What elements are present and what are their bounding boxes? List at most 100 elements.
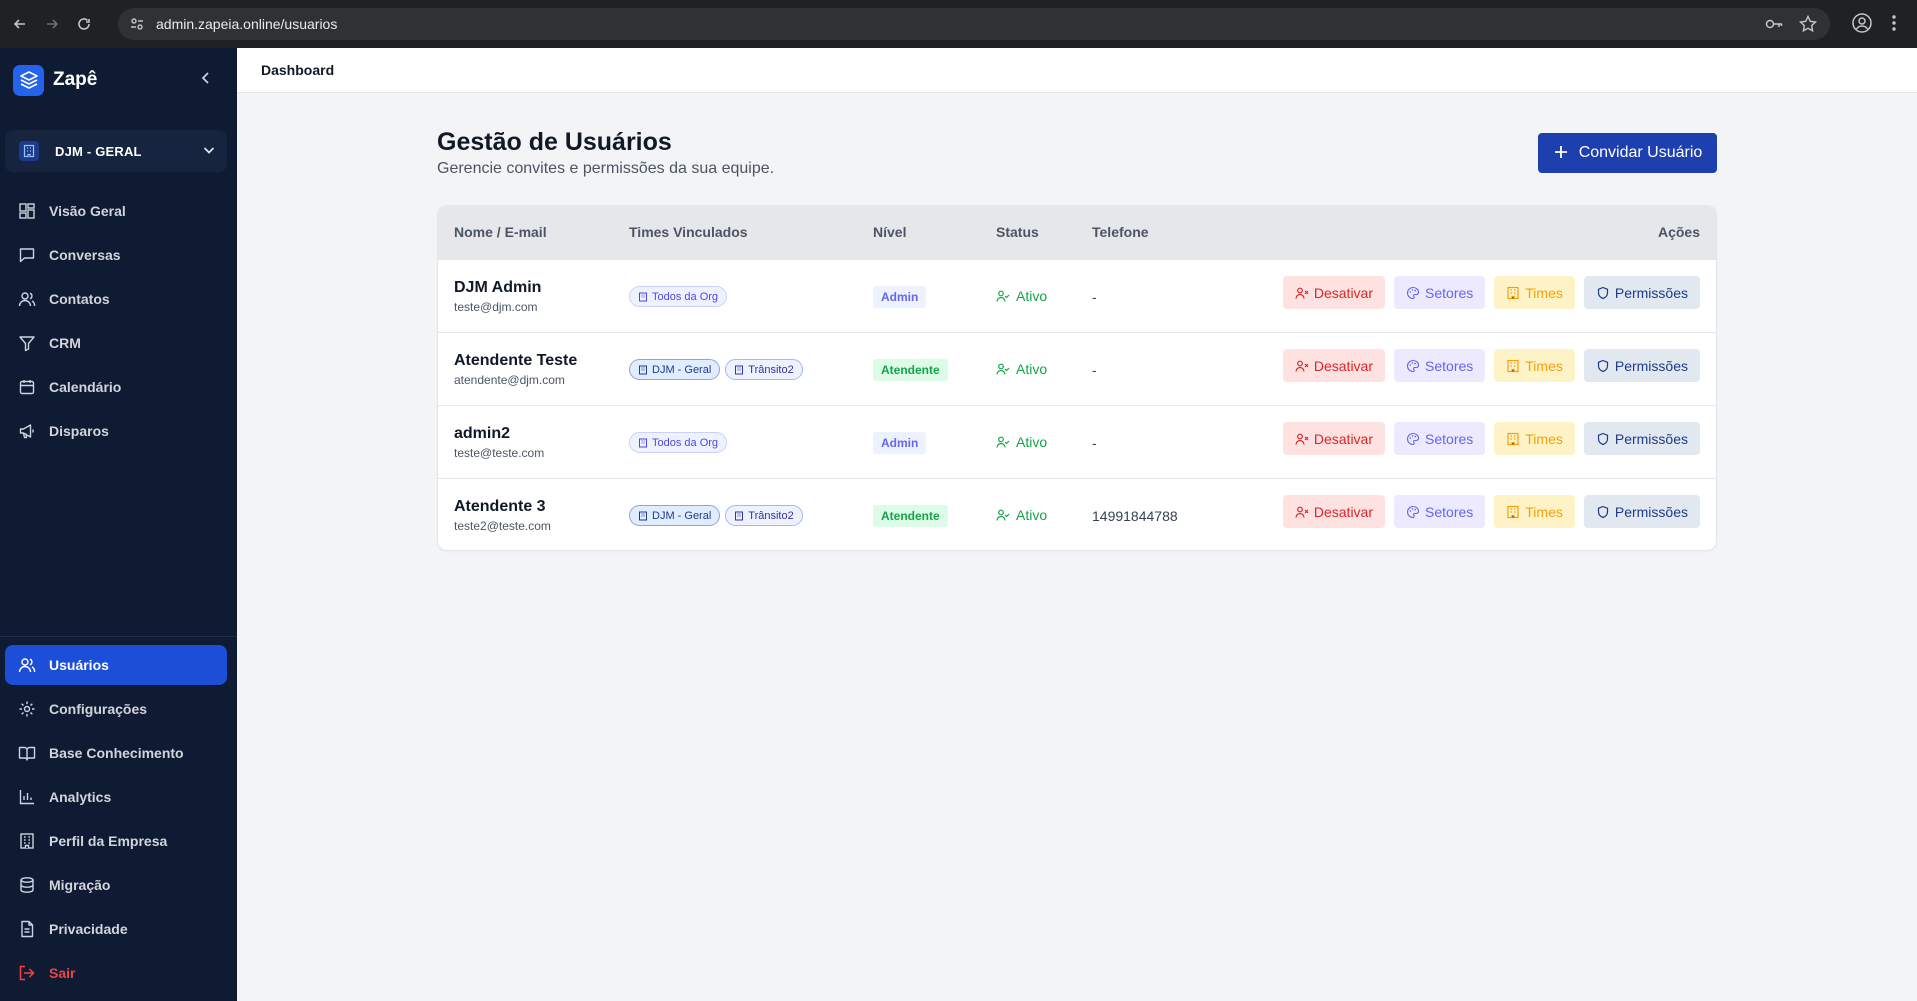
shield-icon [1596,432,1610,446]
teams-button[interactable]: Times [1494,349,1575,382]
table-row: admin2 teste@teste.com Todos da Org Admi… [438,405,1716,478]
permissions-button[interactable]: Permissões [1583,349,1700,382]
sectors-button[interactable]: Setores [1394,349,1486,382]
bar-chart-icon [17,787,37,807]
sidebar-item-label: Sair [49,965,76,981]
sectors-label: Setores [1425,503,1474,520]
sidebar-item-conversas[interactable]: Conversas [5,235,227,275]
building-icon [734,511,744,521]
teams-button[interactable]: Times [1494,422,1575,455]
invite-user-button[interactable]: Convidar Usuário [1538,133,1717,173]
deactivate-label: Desativar [1313,357,1374,374]
back-icon[interactable] [8,12,32,36]
permissions-label: Permissões [1614,284,1688,301]
deactivate-button[interactable]: Desativar [1282,276,1386,309]
sidebar-item-analytics[interactable]: Analytics [5,777,227,817]
sidebar-item-base-conhecimento[interactable]: Base Conhecimento [5,733,227,773]
sidebar-item-migracao[interactable]: Migração [5,865,227,905]
sidebar-item-contatos[interactable]: Contatos [5,279,227,319]
kebab-menu-icon[interactable] [1883,12,1905,39]
shield-icon [1596,359,1610,373]
deactivate-button[interactable]: Desativar [1282,495,1386,528]
shield-icon [1596,286,1610,300]
sidebar-item-perfil-empresa[interactable]: Perfil da Empresa [5,821,227,861]
sidebar-item-label: Privacidade [49,921,128,937]
browser-toolbar: admin.zapeia.online/usuarios [0,0,1917,48]
sidebar-nav-main: Visão Geral Conversas Contatos CRM Calen… [5,191,227,455]
permissions-button[interactable]: Permissões [1583,276,1700,309]
team-tag: Todos da Org [629,286,728,307]
users-icon [17,289,37,309]
deactivate-button[interactable]: Desativar [1282,349,1386,382]
sidebar-item-label: Disparos [49,423,109,439]
row-actions: Desativar Setores Times Permissões [1282,495,1700,528]
sidebar-item-configuracoes[interactable]: Configurações [5,689,227,729]
sidebar-item-sair[interactable]: Sair [5,953,227,993]
profile-icon[interactable] [1851,12,1873,39]
building-icon [1506,505,1520,519]
sectors-button[interactable]: Setores [1394,495,1486,528]
page-title: Gestão de Usuários [437,128,672,156]
database-icon [17,875,37,895]
bookmark-star-icon[interactable] [1798,14,1818,39]
teams-button[interactable]: Times [1494,495,1575,528]
building-icon [638,292,648,302]
gear-icon [17,699,37,719]
reload-icon[interactable] [72,12,96,36]
plus-icon [1553,142,1569,164]
address-bar[interactable]: admin.zapeia.online/usuarios [118,8,1830,40]
level-badge: Atendente [873,505,948,527]
sidebar-item-privacidade[interactable]: Privacidade [5,909,227,949]
url-text: admin.zapeia.online/usuarios [156,16,338,32]
deactivate-button[interactable]: Desativar [1282,422,1386,455]
logout-icon [17,963,37,983]
status-label: Ativo [1016,288,1048,304]
sectors-button[interactable]: Setores [1394,422,1486,455]
collapse-sidebar-icon[interactable] [198,70,214,91]
table-header: Nome / E-mail Times Vinculados Nível Sta… [438,206,1716,259]
team-tag: DJM - Geral [629,359,721,380]
permissions-button[interactable]: Permissões [1583,422,1700,455]
teams-button[interactable]: Times [1494,276,1575,309]
book-icon [17,743,37,763]
sidebar-item-disparos[interactable]: Disparos [5,411,227,451]
site-settings-icon[interactable] [128,15,146,33]
deactivate-label: Desativar [1313,430,1374,447]
sidebar-item-visao-geral[interactable]: Visão Geral [5,191,227,231]
level-badge: Atendente [873,359,948,381]
permissions-label: Permissões [1614,430,1688,447]
status-badge: Ativo [996,361,1047,377]
users-table: Nome / E-mail Times Vinculados Nível Sta… [437,205,1717,551]
key-icon[interactable] [1764,14,1784,39]
building-icon [17,831,37,851]
calendar-icon [17,377,37,397]
sidebar-item-label: Base Conhecimento [49,745,184,761]
user-name: Atendente 3 [454,498,546,515]
org-selector[interactable]: DJM - GERAL [5,130,227,172]
sidebar-item-label: Migração [49,877,111,893]
row-actions: Desativar Setores Times Permissões [1282,276,1700,309]
team-tag-label: Trânsito2 [748,363,794,376]
sidebar-item-usuarios[interactable]: Usuários [5,645,227,685]
column-header-name: Nome / E-mail [454,224,547,240]
row-actions: Desativar Setores Times Permissões [1282,422,1700,455]
team-tag-label: DJM - Geral [652,509,712,522]
sidebar-item-calendario[interactable]: Calendário [5,367,227,407]
building-icon [1506,359,1520,373]
sidebar-item-crm[interactable]: CRM [5,323,227,363]
building-icon [1506,286,1520,300]
permissions-label: Permissões [1614,503,1688,520]
forward-icon[interactable] [40,12,64,36]
deactivate-label: Desativar [1313,284,1374,301]
team-tag: Trânsito2 [725,505,803,526]
sidebar-divider [0,636,237,637]
team-tag-label: Trânsito2 [748,509,794,522]
sectors-button[interactable]: Setores [1394,276,1486,309]
org-name: DJM - GERAL [55,143,142,159]
permissions-button[interactable]: Permissões [1583,495,1700,528]
document-icon [17,919,37,939]
invite-user-label: Convidar Usuário [1578,144,1703,161]
filter-icon [17,333,37,353]
sidebar-nav-admin: Usuários Configurações Base Conhecimento… [5,645,227,997]
user-x-icon [1295,505,1309,519]
